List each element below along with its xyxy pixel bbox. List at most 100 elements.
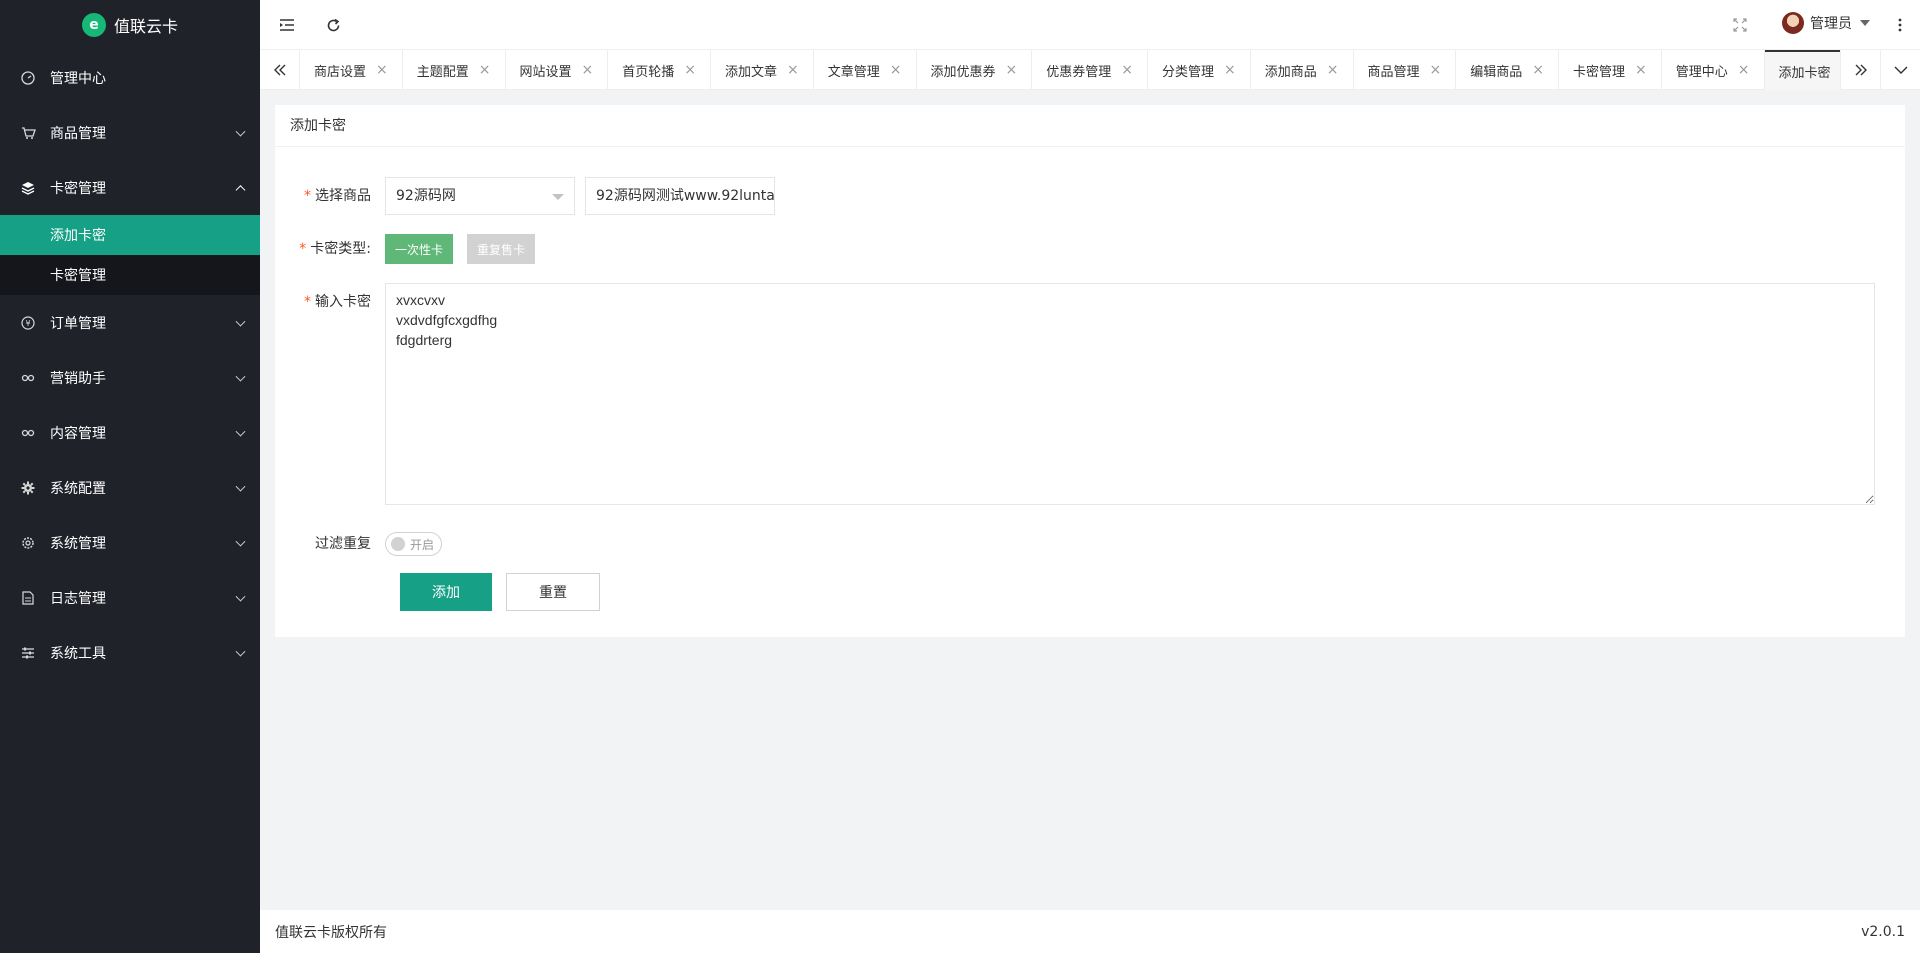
tab-article-manage[interactable]: 文章管理 × xyxy=(814,50,917,90)
close-icon[interactable]: × xyxy=(1224,62,1236,78)
tab-coupon-manage[interactable]: 优惠券管理 × xyxy=(1032,50,1148,90)
product-label-text: 选择商品 xyxy=(315,188,371,204)
tab-site-settings[interactable]: 网站设置 × xyxy=(506,50,609,90)
card-type-repeat-button[interactable]: 重复售卡 xyxy=(467,234,536,264)
sidebar-item-system-manage[interactable]: 系统管理 xyxy=(0,515,260,570)
tab-category-manage[interactable]: 分类管理 × xyxy=(1148,50,1251,90)
log-icon xyxy=(20,590,36,606)
sidebar-item-content[interactable]: 内容管理 xyxy=(0,405,260,460)
sidebar-subitem-card-manage[interactable]: 卡密管理 xyxy=(0,255,260,295)
close-icon[interactable]: × xyxy=(1327,62,1339,78)
close-icon[interactable]: × xyxy=(1635,62,1647,78)
sidebar-item-dashboard[interactable]: 管理中心 xyxy=(0,50,260,105)
sidebar-item-marketing[interactable]: 营销助手 xyxy=(0,350,260,405)
close-icon[interactable]: × xyxy=(787,62,799,78)
sidebar-item-label: 系统工具 xyxy=(50,645,106,662)
tab-shop-settings[interactable]: 商店设置 × xyxy=(300,50,403,90)
card-type-row: * 卡密类型: 一次性卡 重复售卡 xyxy=(275,230,549,268)
tab-add-product[interactable]: 添加商品 × xyxy=(1251,50,1354,90)
close-icon[interactable]: × xyxy=(1006,62,1018,78)
dropdown-arrow-icon xyxy=(552,194,564,200)
product-category-value: 92源码网 xyxy=(396,188,456,204)
chevron-down-icon xyxy=(235,426,246,437)
tabs-dropdown-icon[interactable] xyxy=(1880,50,1920,90)
sidebar-item-tools[interactable]: 系统工具 xyxy=(0,625,260,680)
close-icon[interactable]: × xyxy=(582,62,594,78)
card-type-once-button[interactable]: 一次性卡 xyxy=(385,234,454,264)
tab-add-coupon[interactable]: 添加优惠券 × xyxy=(917,50,1033,90)
product-category-select[interactable]: 92源码网 xyxy=(385,177,575,215)
chevron-down-icon xyxy=(235,126,246,137)
cards-textarea[interactable] xyxy=(385,283,1875,505)
chevron-down-icon xyxy=(235,371,246,382)
sidebar-item-label: 卡密管理 xyxy=(50,180,106,197)
close-icon[interactable]: × xyxy=(376,62,388,78)
refresh-icon[interactable] xyxy=(323,15,343,35)
tab-dashboard[interactable]: 管理中心 × xyxy=(1662,50,1765,90)
close-icon[interactable]: × xyxy=(1532,62,1544,78)
sidebar-subitem-add-card[interactable]: 添加卡密 xyxy=(0,215,260,255)
tabs-next-icon[interactable] xyxy=(1840,50,1880,90)
required-mark: * xyxy=(299,241,307,257)
sliders-icon xyxy=(20,645,36,661)
tabs-prev-icon[interactable] xyxy=(260,50,300,90)
yen-icon: ¥ xyxy=(20,315,36,331)
tab-product-manage[interactable]: 商品管理 × xyxy=(1354,50,1457,90)
app-title: 值联云卡 xyxy=(113,17,178,36)
version: v2.0.1 xyxy=(1861,923,1905,940)
chevron-down-icon xyxy=(235,591,246,602)
sidebar-item-orders[interactable]: ¥ 订单管理 xyxy=(0,295,260,350)
product-row: * 选择商品 92源码网 92源码网测试www.92lunta xyxy=(275,177,775,215)
tab-label: 商品管理 xyxy=(1367,64,1420,80)
sidebar-item-logs[interactable]: 日志管理 xyxy=(0,570,260,625)
add-button[interactable]: 添加 xyxy=(400,573,492,611)
tab-label: 商店设置 xyxy=(314,64,367,80)
tab-card-manage[interactable]: 卡密管理 × xyxy=(1559,50,1662,90)
sidebar-item-label: 营销助手 xyxy=(50,370,106,387)
gear-icon xyxy=(20,480,36,496)
tab-label: 首页轮播 xyxy=(622,64,675,80)
fullscreen-icon[interactable] xyxy=(1730,15,1750,35)
filter-label: 过滤重复 xyxy=(315,536,371,552)
sidebar-item-system-config[interactable]: 系统配置 xyxy=(0,460,260,515)
sidebar-item-cards[interactable]: 卡密管理 xyxy=(0,160,260,215)
link-icon xyxy=(20,370,36,386)
close-icon[interactable]: × xyxy=(1430,62,1442,78)
tab-label: 添加商品 xyxy=(1264,64,1317,80)
close-icon[interactable]: × xyxy=(684,62,696,78)
logo[interactable]: e 值联云卡 xyxy=(0,0,260,50)
tab-add-card[interactable]: 添加卡密× xyxy=(1764,50,1840,90)
tab-label: 分类管理 xyxy=(1162,64,1215,80)
product-name-select[interactable]: 92源码网测试www.92lunta xyxy=(585,177,775,215)
sidebar-item-label: 商品管理 xyxy=(50,125,106,142)
tab-label: 主题配置 xyxy=(416,64,469,80)
tab-home-carousel[interactable]: 首页轮播 × xyxy=(608,50,711,90)
user-menu[interactable]: 管理员 xyxy=(1782,12,1870,34)
svg-text:¥: ¥ xyxy=(25,319,30,328)
tab-theme-config[interactable]: 主题配置 × xyxy=(403,50,506,90)
sidebar-item-products[interactable]: 商品管理 xyxy=(0,105,260,160)
tab-add-article[interactable]: 添加文章 × xyxy=(711,50,814,90)
close-icon[interactable]: × xyxy=(479,62,491,78)
cards-input-row: * 输入卡密 xyxy=(275,283,1875,505)
filter-duplicate-switch[interactable]: 开启 xyxy=(385,532,442,556)
filter-row: 过滤重复 开启 xyxy=(275,525,442,563)
close-icon[interactable]: × xyxy=(1121,62,1133,78)
menu-fold-icon[interactable] xyxy=(277,15,297,35)
sidebar-item-label: 日志管理 xyxy=(50,590,106,607)
tab-label: 添加卡密 xyxy=(1778,65,1831,81)
reset-button[interactable]: 重置 xyxy=(506,573,600,611)
more-vertical-icon[interactable] xyxy=(1890,15,1910,35)
close-icon[interactable]: × xyxy=(1738,62,1750,78)
user-name: 管理员 xyxy=(1810,16,1852,32)
tab-edit-product[interactable]: 编辑商品 × xyxy=(1456,50,1559,90)
actions-row: 添加 重置 xyxy=(400,573,600,611)
tabs: 商店设置 × 主题配置 × 网站设置 × 首页轮播 × 添加文章 × 文章管理 × 添加优惠… xyxy=(300,50,1840,90)
chevron-down-icon xyxy=(235,646,246,657)
close-icon[interactable]: × xyxy=(890,62,902,78)
tab-label: 编辑商品 xyxy=(1470,64,1523,80)
logo-icon: e xyxy=(81,13,106,37)
add-card-panel: 添加卡密 * 选择商品 92源码网 92源码网测试www.92lunta * 卡密类… xyxy=(275,105,1905,637)
dashboard-icon xyxy=(20,70,36,86)
settings-icon xyxy=(20,535,36,551)
